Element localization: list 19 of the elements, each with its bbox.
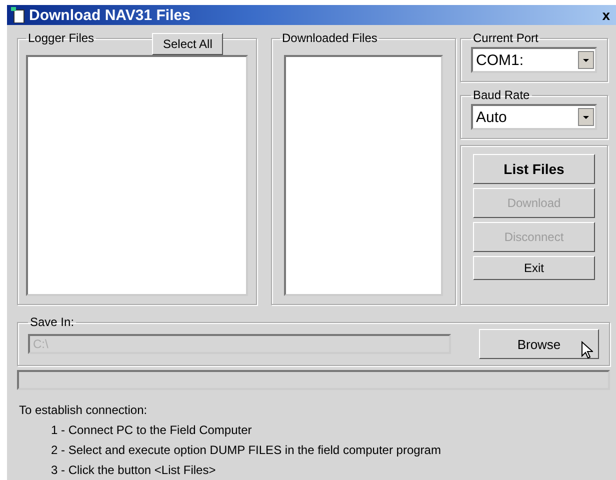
- action-button[interactable]: List Files: [473, 154, 595, 184]
- close-button[interactable]: x: [600, 7, 612, 23]
- group-label: Downloaded Files: [282, 31, 378, 45]
- baud-rate-dropdown[interactable]: Auto: [471, 104, 597, 130]
- port-dropdown[interactable]: COM1:: [471, 47, 597, 73]
- window-title: Download NAV31 Files: [29, 6, 192, 24]
- mouse-pointer-icon: [581, 341, 593, 359]
- instruction-step: 2 - Select and execute option DUMP FILES in the field computer program: [19, 440, 610, 460]
- group-label: Baud Rate: [473, 88, 530, 102]
- instructions-heading: To establish connection:: [19, 402, 148, 419]
- group-label: Logger Files: [28, 31, 94, 45]
- group-label: Save In:: [30, 315, 74, 329]
- instruction-step: 1 - Connect PC to the Field Computer: [19, 420, 610, 440]
- select-all-button[interactable]: Select All: [152, 33, 224, 55]
- downloaded-files-list[interactable]: [284, 55, 443, 296]
- app-icon: [11, 7, 25, 23]
- group-label: Current Port: [473, 31, 538, 45]
- action-button[interactable]: Exit: [473, 256, 595, 280]
- instruction-step: 3 - Click the button <List Files>: [19, 460, 610, 480]
